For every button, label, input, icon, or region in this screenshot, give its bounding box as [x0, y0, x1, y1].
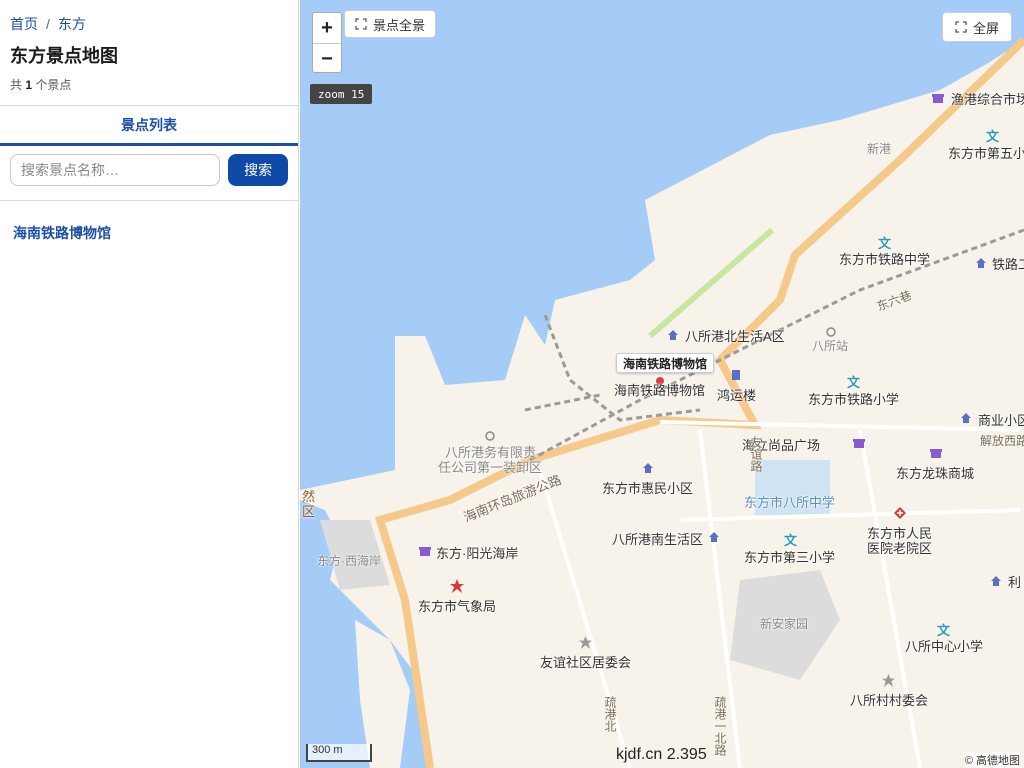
count-value: 1	[25, 78, 33, 92]
road-label: 疏港北	[603, 696, 617, 732]
shop-icon	[930, 449, 942, 458]
fullscreen-button[interactable]: 全屏	[941, 12, 1012, 42]
museum-popup[interactable]: 海南铁路博物馆	[616, 353, 715, 373]
poi-label[interactable]: 鸿运楼	[717, 385, 756, 404]
poi-label[interactable]: 八所中心小学	[905, 636, 983, 655]
shop-icon	[932, 94, 944, 103]
poi-label[interactable]: 东方市铁路小学	[808, 389, 899, 408]
poi-label[interactable]: 东方龙珠商城	[896, 463, 974, 482]
star-icon	[450, 579, 464, 593]
app-root: 首页 / 东方 东方景点地图 共 1 个景点 景点列表 搜索 海南铁路博物馆	[0, 0, 1024, 768]
shop-icon	[419, 547, 431, 556]
extent-button[interactable]: 景点全景	[344, 10, 437, 38]
breadcrumb: 首页 / 东方	[10, 14, 288, 34]
map-view[interactable]: + − 景点全景 全屏 zoom 15 渔港综合市场 文 东方市第五小 新港 文…	[300, 0, 1024, 768]
station-icon	[485, 431, 495, 441]
watermark: kjdf.cn 2.395	[616, 746, 707, 763]
road-label: 疏港一北路	[713, 696, 727, 756]
map-attribution: © 高德地图	[964, 752, 1020, 768]
zoom-in-button[interactable]: +	[313, 13, 341, 43]
residential-icon	[643, 463, 653, 473]
poi-label[interactable]: 东方·阳光海岸	[436, 543, 518, 562]
area-label: 区	[302, 504, 316, 519]
residential-icon	[991, 576, 1001, 586]
breadcrumb-current-link[interactable]: 东方	[58, 14, 86, 34]
page-title: 东方景点地图	[10, 46, 118, 66]
fullscreen-button-label: 全屏	[972, 20, 999, 36]
zoom-out-button[interactable]: −	[313, 44, 341, 74]
poi-label[interactable]: 八所港南生活区	[612, 529, 703, 548]
search-button[interactable]: 搜索	[228, 154, 288, 186]
poi-label[interactable]: 铁路工	[992, 254, 1024, 273]
poi-label[interactable]: 八所站	[812, 337, 848, 354]
poi-label[interactable]: 任公司第一装卸区	[438, 457, 542, 476]
poi-label[interactable]: 东方市惠民小区	[602, 478, 693, 497]
star-icon	[579, 636, 592, 649]
zoom-level-badge: zoom 15	[310, 84, 373, 104]
poi-label[interactable]: 东方市第三小学	[744, 547, 835, 566]
star-icon	[882, 674, 895, 687]
poi-label[interactable]: 海南铁路博物馆	[614, 380, 705, 399]
scale-bar: 300 m	[306, 744, 372, 762]
poi-label[interactable]: 东方市八所中学	[744, 492, 835, 511]
fullscreen-icon	[955, 21, 967, 33]
list-item[interactable]: 海南铁路博物馆	[0, 201, 298, 265]
search-input[interactable]	[10, 154, 221, 186]
residential-icon	[961, 413, 971, 423]
poi-label[interactable]: 利	[1008, 572, 1021, 591]
tab-spot-list[interactable]: 景点列表	[0, 106, 298, 146]
poi-label[interactable]: 东方·西海岸	[317, 552, 381, 569]
count-prefix: 共	[10, 78, 23, 92]
spot-count: 共 1 个景点	[10, 76, 288, 93]
poi-label[interactable]: 八所村村委会	[850, 690, 928, 709]
residential-icon	[668, 330, 678, 340]
area-label: 新港	[867, 142, 892, 156]
building-icon	[732, 370, 740, 380]
poi-label[interactable]: 新安家园	[760, 615, 808, 632]
zoom-control: + −	[312, 12, 342, 73]
poi-label[interactable]: 东方市气象局	[418, 596, 496, 615]
poi-label[interactable]: 东方市第五小	[948, 143, 1024, 162]
count-suffix: 个景点	[35, 78, 72, 92]
poi-label[interactable]: 东方市铁路中学	[839, 249, 930, 268]
sidebar-header: 首页 / 东方 东方景点地图 共 1 个景点	[0, 0, 298, 106]
shop-icon	[853, 439, 865, 448]
residential-icon	[976, 258, 986, 268]
breadcrumb-separator: /	[46, 16, 50, 32]
extent-button-label: 景点全景	[373, 17, 426, 33]
sidebar: 首页 / 东方 东方景点地图 共 1 个景点 景点列表 搜索 海南铁路博物馆	[0, 0, 299, 768]
poi-label[interactable]: 友谊社区居委会	[540, 652, 631, 671]
expand-icon	[355, 18, 367, 30]
road-label: 友谊路	[749, 436, 763, 472]
search-row: 搜索	[0, 146, 298, 201]
poi-label[interactable]: 医院老院区	[867, 538, 932, 557]
hospital-icon	[894, 507, 906, 519]
breadcrumb-home-link[interactable]: 首页	[10, 14, 38, 34]
poi-label[interactable]: 商业小区	[978, 410, 1024, 429]
residential-icon	[709, 532, 719, 542]
poi-label[interactable]: 渔港综合市场	[951, 89, 1024, 108]
road-label: 解放西路	[980, 434, 1024, 448]
poi-label[interactable]: 八所港北生活A区	[685, 326, 785, 345]
